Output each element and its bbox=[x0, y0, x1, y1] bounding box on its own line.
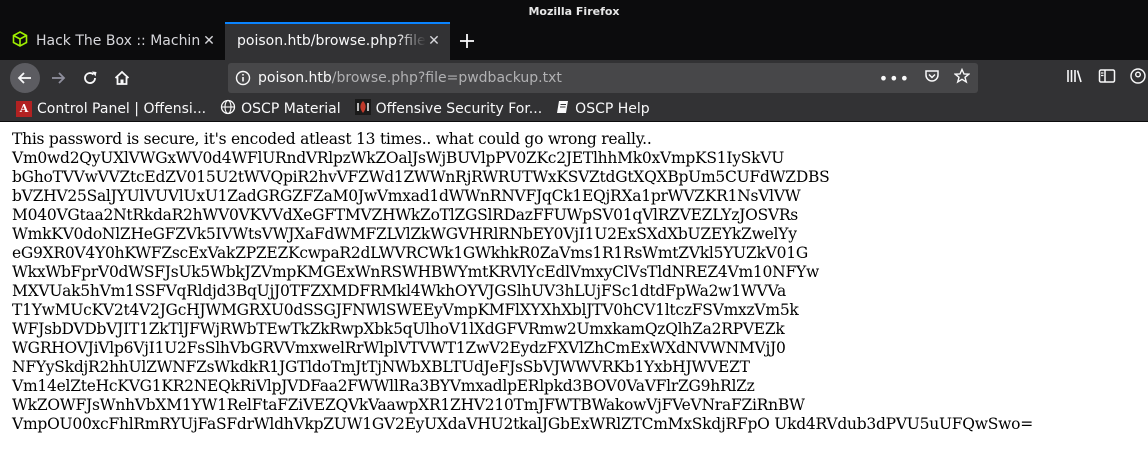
bookmark-offensive-security[interactable]: Offensive Security For... bbox=[354, 98, 543, 119]
tab-hack-the-box[interactable]: Hack The Box :: Machines ✕ bbox=[0, 22, 225, 60]
window-titlebar: Mozilla Firefox bbox=[0, 0, 1148, 22]
content-line: T1YwMUcKV2t4V2JGcHJWMGRXU0dSSGJFNWlSWEEy… bbox=[12, 301, 799, 319]
content-line: M040VGtaa2NtRkdaR2hWV0VKVVdXeGFTMVZHWkZo… bbox=[12, 206, 799, 224]
content-line: WGRHOVJiVlp6VjI1U2FsSlhVbGRVVmxwelRrWlpl… bbox=[12, 339, 786, 357]
content-line: Vm14elZteHcKVG1KR2NEQkRiVlpJVDFaa2FWWllR… bbox=[12, 377, 755, 395]
url-path: /browse.php?file=pwdbackup.txt bbox=[331, 70, 562, 86]
bookmark-star-icon[interactable] bbox=[953, 67, 971, 88]
library-icon[interactable] bbox=[1066, 68, 1084, 88]
tab-poison-browse[interactable]: poison.htb/browse.php?file=pwdbackup.txt… bbox=[225, 22, 450, 60]
navigation-toolbar: poison.htb/browse.php?file=pwdbackup.txt… bbox=[0, 60, 1148, 96]
url-bar[interactable]: poison.htb/browse.php?file=pwdbackup.txt… bbox=[228, 63, 978, 93]
content-line: WmkKV0doNlZHeGFZVk5IVWtsVWJXaFdWMFZLVlZk… bbox=[12, 225, 797, 243]
back-arrow-icon bbox=[17, 72, 31, 84]
tab-title: poison.htb/browse.php?file=pwdbackup.txt bbox=[237, 33, 426, 49]
page-actions-icon[interactable]: ••• bbox=[879, 69, 910, 88]
plus-icon bbox=[460, 34, 474, 48]
bookmark-label: Offensive Security For... bbox=[375, 100, 543, 117]
bookmark-oscp-material[interactable]: OSCP Material bbox=[220, 99, 341, 119]
page-content: This password is secure, it's encoded at… bbox=[0, 123, 1148, 450]
back-button[interactable] bbox=[10, 63, 40, 93]
sidebar-icon[interactable] bbox=[1098, 68, 1116, 88]
note-icon bbox=[556, 100, 570, 118]
content-line: eG9XR0V4Y0hKWFZscExVakZPZEZKcwpaR2dLWVRC… bbox=[12, 244, 808, 262]
url-host: poison.htb bbox=[258, 70, 332, 86]
tab-title: Hack The Box :: Machines bbox=[36, 33, 201, 49]
forward-arrow-icon bbox=[52, 72, 66, 84]
window-title: Mozilla Firefox bbox=[528, 4, 620, 18]
offsec-icon bbox=[354, 98, 371, 119]
home-icon bbox=[114, 70, 130, 85]
content-line: NFYySkdjR2hhUlZWNFZsWkdkR1JGTldoTmJtTjNW… bbox=[12, 358, 750, 376]
site-info-icon[interactable] bbox=[228, 70, 258, 86]
bookmark-label: Control Panel | Offensi... bbox=[37, 100, 207, 117]
content-line: WkZOWFJsWnhVbXM1YW1RelFtaFZiVEZQVkVaawpX… bbox=[12, 396, 805, 414]
bookmark-oscp-help[interactable]: OSCP Help bbox=[556, 100, 650, 118]
red-logo-icon: A bbox=[16, 100, 32, 117]
url-text[interactable]: poison.htb/browse.php?file=pwdbackup.txt bbox=[258, 70, 562, 86]
bookmark-control-panel[interactable]: A Control Panel | Offensi... bbox=[16, 100, 207, 117]
content-line: WkxWbFprV0dWSFJsUk5WbkJZVmpKMGExWnRSWHBW… bbox=[12, 263, 819, 281]
pocket-icon[interactable] bbox=[924, 68, 940, 88]
reload-icon bbox=[84, 71, 97, 84]
bookmarks-toolbar: A Control Panel | Offensi... OSCP Materi… bbox=[0, 96, 1148, 122]
content-line: bGhoTVVwVVZtcEdZV015U2tWVQpiR2hvVFZWd1ZW… bbox=[12, 168, 830, 186]
close-tab-icon[interactable]: ✕ bbox=[426, 33, 442, 49]
htb-cube-icon bbox=[12, 31, 28, 51]
content-line: Vm0wd2QyUXlVWGxWV0d4WFlURndVRlpzWkZOalJs… bbox=[12, 149, 785, 167]
bookmark-label: OSCP Material bbox=[241, 100, 341, 117]
content-line: VmpOU00xcFhlRmRYUjFaSFdrWldhVkpZUW1GV2Ey… bbox=[12, 415, 1033, 433]
globe-icon bbox=[220, 99, 236, 119]
forward-button[interactable] bbox=[44, 64, 72, 92]
new-tab-button[interactable] bbox=[450, 22, 484, 60]
close-tab-icon[interactable]: ✕ bbox=[201, 33, 217, 49]
content-line: WFJsbDVDbVJIT1ZkTlJFWjRWbTEwTkZkRwpXbk5q… bbox=[12, 320, 785, 338]
tab-strip: Hack The Box :: Machines ✕ poison.htb/br… bbox=[0, 22, 1148, 60]
reload-button[interactable] bbox=[76, 64, 104, 92]
home-button[interactable] bbox=[108, 64, 136, 92]
content-line: MXVUak5hVm1SSFVqRldjd3BqUjJ0TFZXMDFRMkl4… bbox=[12, 282, 786, 300]
content-line: This password is secure, it's encoded at… bbox=[12, 130, 652, 148]
content-line: bVZHV25SalJYUlVUVlUxU1ZadGRGZFZaM0JwVmxa… bbox=[12, 187, 801, 205]
profile-icon[interactable] bbox=[1130, 68, 1146, 88]
bookmark-label: OSCP Help bbox=[575, 100, 650, 117]
